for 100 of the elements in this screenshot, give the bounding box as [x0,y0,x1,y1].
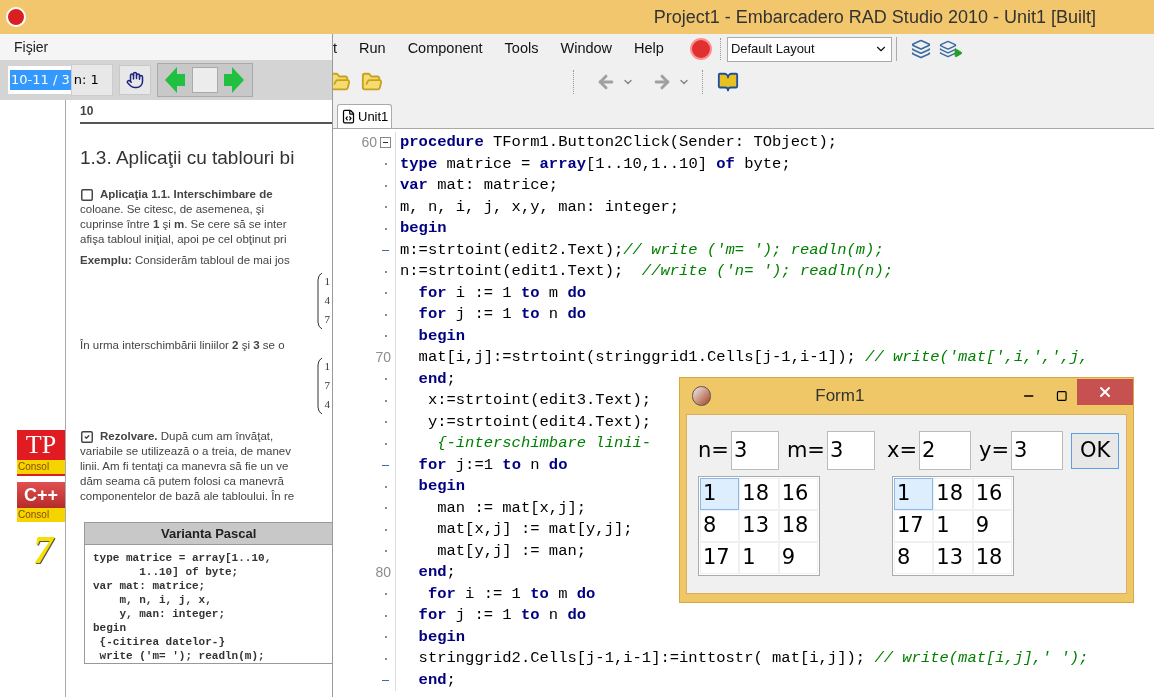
grid-cell[interactable]: 8 [894,542,934,574]
code-line: write ('m= '); readln(m); [98,649,266,663]
grid-cell[interactable]: 13 [933,542,973,574]
run-icon[interactable] [938,40,963,58]
hand-tool-button[interactable] [118,65,151,95]
string-grid[interactable]: 1 18 16 17 1 9 8 13 18 [892,476,1014,576]
code-line: for j := 1 to n do [417,304,587,326]
matrix-entry: 1 [324,274,330,289]
grid-cell[interactable]: 16 [972,478,1012,510]
matrix-entry: 4 [324,397,330,412]
code-line: {-citirea datelor-} [98,635,227,649]
matrix-entry: 7 [324,378,330,393]
menu-item[interactable]: Component [407,38,483,60]
code-line: {-interschimbare linii- [436,433,652,455]
grid-cell[interactable]: 18 [778,510,818,542]
input-field[interactable]: 2 [919,431,971,470]
paragraph-line: linii. Am fi tentaţi ca manevra să fie un ve [80,459,289,474]
grid-cell[interactable]: 1 [700,478,740,510]
input-field[interactable]: 3 [730,431,779,470]
grid-cell[interactable]: 17 [894,510,934,542]
code-line: type matrice = array[1..10,1..10] of byte; [400,153,791,175]
code-line: mat[y,j] := man; [436,540,587,562]
maximize-icon[interactable] [1055,390,1068,402]
app-icon [692,386,712,406]
code-line: begin [417,626,466,648]
line-number: 60 [361,133,377,153]
grid-cell[interactable]: 18 [933,478,973,510]
menu-item[interactable]: Help [634,38,664,60]
paragraph-line: coloane. Se citesc, de asemenea, şi [80,202,265,217]
menu-item[interactable]: t [333,38,338,60]
menu-item[interactable]: Window [560,38,613,60]
code-line: n:=strtoint(edit1.Text); //write ('n= '); readln(n); [400,261,893,283]
paragraph-line: variabile se utilizează o a treia, de manev [80,444,291,459]
code-line: for i := 1 to m do [426,583,596,605]
code-line: var mat: matrice; [400,175,559,197]
bracket-icon [316,357,323,415]
menu-item[interactable]: Run [359,38,386,60]
paragraph-line: În urma interschimbării liniilor 2 şi 3 se o [80,338,286,353]
code-line: for j := 1 to n do [417,605,587,627]
code-line: y:=strtoint(edit4.Text); [426,411,652,433]
paragraph-line: Rezolvare. După cum am învăţat, [100,429,274,444]
app-icon [6,7,26,27]
string-grid[interactable]: 1 18 16 8 13 18 17 1 9 [698,476,820,576]
paragraph-line: Aplicaţia 1.1. Interschimbare de [100,187,273,202]
folder-icon[interactable] [361,71,383,93]
page-button[interactable] [191,67,218,93]
window-title: Project1 - Embarcadero RAD Studio 2010 - Unit1 [Built] [653,5,1096,29]
code-line: procedure TForm1.Button2Click(Sender: TObject); [400,132,838,154]
grid-cell[interactable]: 17 [700,542,740,574]
menu-item[interactable]: Fişier [14,36,49,58]
ok-button[interactable]: OK [1071,432,1120,469]
layout-select[interactable]: Default Layout [726,36,892,62]
layers-icon[interactable] [910,39,931,59]
grid-cell[interactable]: 16 [778,478,818,510]
paragraph-line: afişa tabloul iniţial, apoi pe cel obţinut pri [80,232,287,247]
back-arrow-icon[interactable] [596,72,616,92]
matrix-entry: 7 [324,312,330,327]
paragraph-line: dăm seama că putem folosi ca manevră [80,474,284,489]
close-button[interactable] [1077,379,1133,405]
field-label: y= [979,436,1010,464]
code-line: type matrice = array[1..10, [93,551,273,565]
field-label: n= [698,436,729,464]
code-line: end; [417,669,456,691]
launcher-button[interactable]: C++ Consol [17,482,65,522]
input-field[interactable]: 3 [1011,431,1064,470]
grid-cell[interactable]: 13 [739,510,779,542]
code-line: begin [93,621,127,635]
code-line: m, n, i, j, x,y, man: integer; [400,196,680,218]
code-line: mat[i,j]:=strtoint(stringgrid1.Cells[j-1,i-1]); // write('mat[',i,',',j, [417,347,1089,369]
editor-tab[interactable]: Unit1 [337,104,393,128]
grid-cell[interactable]: 8 [700,510,740,542]
input-field[interactable]: 3 [826,431,875,470]
grid-cell[interactable]: 9 [778,542,818,574]
grid-cell[interactable]: 1 [739,542,779,574]
line-number: 70 [375,348,391,368]
code-line: stringgrid2.Cells[j-1,i-1]:=inttostr( mat[i,j]); // write(mat[i,j],' '); [417,648,1089,670]
code-line: end; [417,562,456,584]
forward-arrow-icon[interactable] [652,72,672,92]
field-label: x= [886,436,917,464]
book-icon[interactable] [717,71,739,93]
code-line: begin [400,218,447,240]
window-title: Form1 [815,385,865,408]
code-line: man := mat[x,j]; [436,497,587,519]
bracket-icon [316,272,323,330]
grid-cell[interactable]: 1 [894,478,934,510]
code-line: end; [417,368,456,390]
grid-cell[interactable]: 1 [933,510,973,542]
paragraph-line: Exemplu: Considerăm tabloul de mai jos [80,253,291,268]
menu-item[interactable]: Tools [504,38,539,60]
fold-icon[interactable] [380,137,391,149]
grid-cell[interactable]: 18 [972,542,1012,574]
launcher-button[interactable]: TP Consol [17,430,65,476]
grid-cell[interactable]: 18 [739,478,779,510]
matrix-entry: 4 [324,293,330,308]
grid-cell[interactable]: 9 [972,510,1012,542]
zoom-field[interactable]: n: 1 [70,64,113,96]
code-line: begin [417,476,466,498]
field-label: m= [786,436,825,464]
code-line: m, n, i, j, x, [118,593,213,607]
code-line: m:=strtoint(edit2.Text);// write ('m= '); readln(m); [400,239,884,261]
